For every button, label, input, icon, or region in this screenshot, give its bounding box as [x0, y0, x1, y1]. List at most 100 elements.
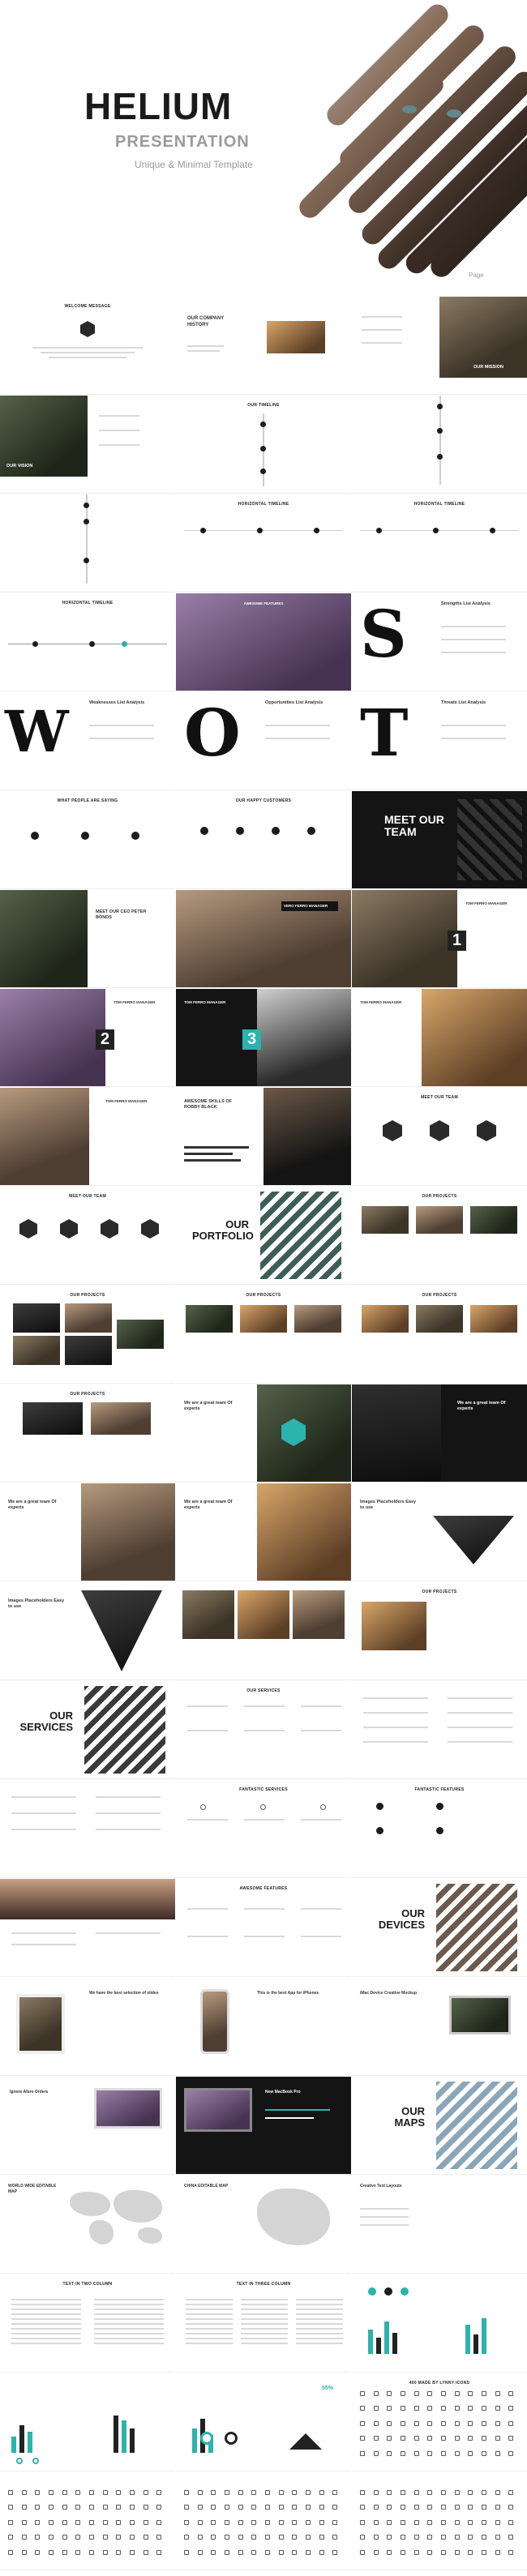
slide-manager-tom-2[interactable]: 2 TOM FERRO MANAGER: [0, 989, 175, 1087]
manager-photo: [0, 1088, 89, 1185]
cover-tagline: Unique & Minimal Template: [135, 159, 253, 170]
slide-meet-team-2[interactable]: MEET OUR TEAM: [352, 1088, 527, 1186]
slide-manager-vero[interactable]: VERO FERRO MANAGER: [176, 890, 351, 988]
slide-mission[interactable]: OUR MISSION: [352, 297, 527, 395]
slide-title: OUR PROJECTS: [422, 1194, 457, 1199]
slide-macbook[interactable]: New MacBook Pro: [176, 2077, 351, 2175]
slide-landscape[interactable]: [0, 1879, 175, 1977]
slide-images-row[interactable]: [176, 1582, 351, 1680]
slide-title: TOM FERRO MANAGER: [105, 1099, 148, 1103]
slide-great-team-4[interactable]: We are a great team Of experts: [176, 1483, 351, 1581]
slide-icons-1[interactable]: 400 MADE BY LYNNY ICONS: [352, 2373, 527, 2471]
slide-manager-tom-1[interactable]: 1 TOM FERRO MANAGER: [352, 890, 527, 988]
slide-best-selection[interactable]: We have the best selection of slides: [0, 1978, 175, 2076]
letter-t-brush: T: [360, 695, 409, 771]
percent-label: 55%: [322, 2386, 334, 2391]
slide-meet-team-3[interactable]: MEET OUR TEAM: [0, 1187, 175, 1285]
tablet-mockup: [16, 1994, 65, 2054]
slide-timeline[interactable]: OUR TIMELINE: [176, 396, 351, 494]
slide-awesome-features-2[interactable]: AWESOME FEATURES: [176, 1879, 351, 1977]
slide-infographics-2[interactable]: [0, 2373, 175, 2471]
slide-title: OUR TIMELINE: [247, 403, 280, 408]
slide-images-placeholder-1[interactable]: Images Placeholders Easy to use: [352, 1483, 527, 1581]
slide-title: iMac Device Creative Mockup: [360, 1991, 418, 1996]
slide-images-placeholder-2[interactable]: Images Placeholders Easy to use: [0, 1582, 175, 1680]
slide-strengths[interactable]: S Strengths List Analysis: [352, 593, 527, 691]
slide-row: HORIZONTAL TIMELINE AWESOME FEATURES S S…: [0, 593, 527, 692]
slide-title: OUR DEVICES: [378, 1907, 425, 1931]
slide-testimonials[interactable]: WHAT PEOPLE ARE SAYING: [0, 791, 175, 889]
slide-projects-3[interactable]: OUR PROJECTS: [176, 1286, 351, 1384]
slide-weaknesses[interactable]: W Weaknesses List Analysis: [0, 692, 175, 790]
slide-services-list[interactable]: OUR SERVICES: [176, 1681, 351, 1779]
slide-title: Opportunities List Analysis: [265, 700, 323, 705]
slide-threats[interactable]: T Threats List Analysis: [352, 692, 527, 790]
slide-text-three-column[interactable]: TEXT IN THREE COLUMN: [176, 2274, 351, 2373]
slide-title: Ignore Afore Orders: [10, 2090, 49, 2095]
slide-ignore-afore[interactable]: Ignore Afore Orders: [0, 2077, 175, 2175]
slide-row: TOM FERRO MANAGER AWESOME SKILLS OF ROBB…: [0, 1088, 527, 1187]
slide-title: MEET OUR TEAM: [421, 1095, 458, 1100]
slide-title: HORIZONTAL TIMELINE: [413, 502, 465, 507]
slide-imac[interactable]: iMac Device Creative Mockup: [352, 1978, 527, 2076]
slide-timeline-vertical[interactable]: [0, 494, 175, 593]
slide-meet-team[interactable]: MEET OUR TEAM: [352, 791, 527, 889]
slide-great-team-2[interactable]: We are a great team Of experts: [352, 1384, 527, 1483]
slide-opportunities[interactable]: O Opportunities List Analysis: [176, 692, 351, 790]
slide-features-list[interactable]: [0, 1780, 175, 1878]
slide-title: TOM FERRO MANAGER: [360, 1000, 402, 1004]
tipi-photo: [352, 1384, 441, 1482]
slide-china-map[interactable]: CHINA EDITABLE MAP: [176, 2176, 351, 2274]
slide-horizontal-timeline[interactable]: HORIZONTAL TIMELINE: [176, 494, 351, 593]
slide-creative-text[interactable]: Creative Text Layouts: [352, 2176, 527, 2274]
slide-row: TEXT IN TWO COLUMN TEXT IN THREE COLUMN: [0, 2274, 527, 2373]
slide-fantastic-features[interactable]: FANTASTIC FEATURES: [352, 1780, 527, 1878]
slide-timeline-cont[interactable]: [352, 396, 527, 494]
slide-fantastic-services[interactable]: FANTASTIC SERVICES: [176, 1780, 351, 1878]
logo-hex-icon: [80, 321, 95, 337]
slide-iphone[interactable]: This is the best App for iPhones: [176, 1978, 351, 2076]
slide-title: OUR COMPANY HISTORY: [187, 316, 225, 327]
slide-text-two-column[interactable]: TEXT IN TWO COLUMN: [0, 2274, 175, 2373]
slide-row: OUR PROJECTS We are a great team Of expe…: [0, 1384, 527, 1483]
slide-projects-2[interactable]: OUR PROJECTS: [0, 1286, 175, 1384]
slide-great-team-1[interactable]: We are a great team Of experts: [176, 1384, 351, 1483]
slide-manager-tom-3[interactable]: 3 TOM FERRO MANAGER: [176, 989, 351, 1087]
slide-services-cover[interactable]: OUR SERVICES: [0, 1681, 175, 1779]
slide-skills[interactable]: AWESOME SKILLS OF ROBBY BLACK: [176, 1088, 351, 1186]
slide-manager-tom-4[interactable]: TOM FERRO MANAGER: [352, 989, 527, 1087]
team-number: 1: [448, 931, 467, 951]
slide-title: Images Placeholders Easy to use: [360, 1500, 417, 1511]
slide-maps-cover[interactable]: OUR MAPS: [352, 2077, 527, 2175]
slide-company-history[interactable]: OUR COMPANY HISTORY: [176, 297, 351, 395]
slide-title: We are a great team Of experts: [457, 1401, 506, 1412]
slide-icons-4[interactable]: [352, 2472, 527, 2570]
slide-projects-5[interactable]: OUR PROJECTS: [0, 1384, 175, 1483]
slide-numbered-list[interactable]: [352, 1681, 527, 1779]
slide-world-map[interactable]: WORLD WIDE EDITABLE MAP: [0, 2176, 175, 2274]
slide-horizontal-timeline-2[interactable]: HORIZONTAL TIMELINE: [352, 494, 527, 593]
slide-infographics-3[interactable]: 55%: [176, 2373, 351, 2471]
slide-ceo[interactable]: MEET OUR CEO PETER BONDS: [0, 890, 175, 988]
slide-vision[interactable]: OUR VISION: [0, 396, 175, 494]
slide-title: AWESOME SKILLS OF ROBBY BLACK: [184, 1099, 232, 1110]
slide-projects-4[interactable]: OUR PROJECTS: [352, 1286, 527, 1384]
slide-infographics-1[interactable]: [352, 2274, 527, 2373]
slide-devices-cover[interactable]: OUR DEVICES: [352, 1879, 527, 1977]
slide-projects-6[interactable]: OUR PROJECTS: [352, 1582, 527, 1680]
slide-title: TEXT IN THREE COLUMN: [236, 2282, 291, 2287]
slide-title: OUR PROJECTS: [70, 1293, 105, 1298]
manager-photo: [0, 989, 105, 1086]
slide-manager-tom-5[interactable]: TOM FERRO MANAGER: [0, 1088, 175, 1186]
slide-icons-2[interactable]: [0, 2472, 175, 2570]
slide-title: Images Placeholders Easy to use: [8, 1598, 65, 1610]
slide-awesome-features[interactable]: AWESOME FEATURES: [176, 593, 351, 691]
slide-happy-customers[interactable]: OUR HAPPY CUSTOMERS: [176, 791, 351, 889]
slide-horizontal-timeline-3[interactable]: HORIZONTAL TIMELINE: [0, 593, 175, 691]
slide-icons-3[interactable]: [176, 2472, 351, 2570]
slide-great-team-3[interactable]: We are a great team Of experts: [0, 1483, 175, 1581]
slide-welcome[interactable]: WELCOME MESSAGE: [0, 297, 175, 395]
slide-projects-1[interactable]: OUR PROJECTS: [352, 1187, 527, 1285]
team-photo: [257, 1483, 351, 1581]
slide-portfolio[interactable]: OUR PORTFOLIO: [176, 1187, 351, 1285]
